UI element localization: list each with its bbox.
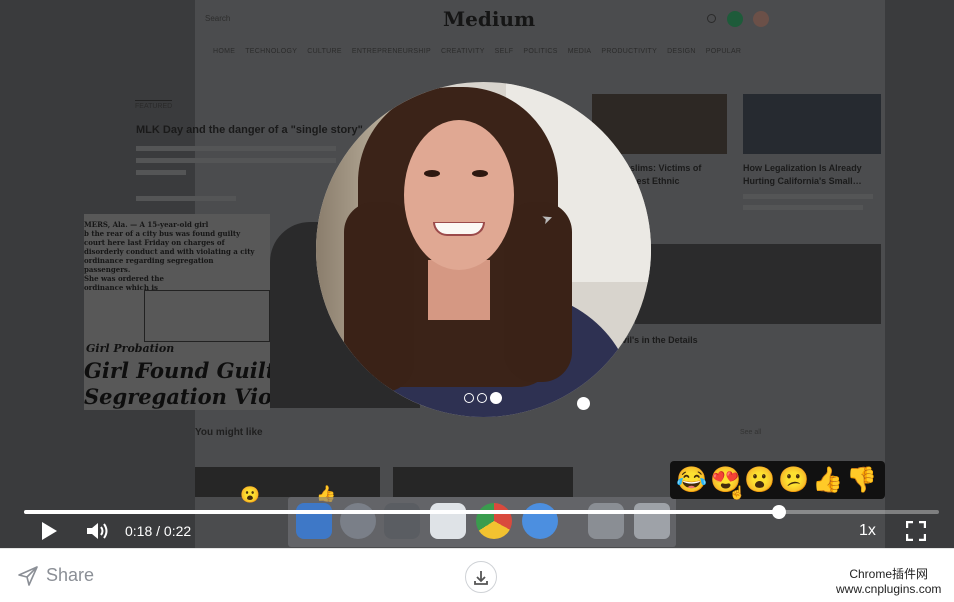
page-nav-item: SELF (494, 48, 514, 55)
webcam-bubble[interactable] (316, 82, 651, 417)
reaction-bar: 😂 😍 😮 😕 👍 👎 (670, 461, 885, 499)
card-title: evil's in the Details (617, 335, 698, 345)
play-icon[interactable] (40, 521, 58, 541)
article-thumb (635, 244, 881, 324)
send-icon (18, 565, 38, 586)
reaction-laugh-button[interactable]: 😂 (676, 463, 707, 497)
newspaper-headline-1: Girl Found Guilty (84, 358, 270, 383)
webcam-resize-handle[interactable] (577, 397, 590, 410)
medium-logo: Medium (443, 7, 536, 31)
page-nav-item: POPULAR (705, 48, 742, 55)
newspaper-subhead: Girl Probation (86, 342, 175, 355)
share-label: Share (46, 565, 95, 585)
text-line (743, 194, 873, 199)
page-nav-item: ENTREPRENEURSHIP (351, 48, 431, 55)
download-icon (474, 571, 488, 585)
video-player[interactable]: Search Medium HOME TECHNOLOGY CULTURE ENTRE… (0, 0, 954, 548)
page-dot[interactable] (464, 393, 474, 403)
fullscreen-icon[interactable] (906, 521, 926, 541)
watermark-line-1: Chrome插件网 (849, 567, 929, 581)
trash-icon (634, 503, 670, 539)
system-preferences-icon (384, 503, 420, 539)
progress-handle[interactable] (771, 505, 786, 519)
page-nav-item: POLITICS (523, 48, 558, 55)
newspaper-box (144, 290, 270, 342)
page-topbar: Search Medium (195, 0, 885, 40)
current-time: 0:18 (125, 523, 153, 539)
page-nav-item: DESIGN (667, 48, 696, 55)
text-line (136, 170, 186, 175)
see-all-link: See all (740, 429, 762, 436)
progress-fill (24, 510, 779, 514)
duration: 0:22 (163, 523, 192, 539)
upgrade-icon (727, 11, 743, 27)
page-nav-item: HOME (213, 48, 236, 55)
page-nav: HOME TECHNOLOGY CULTURE ENTREPRENEURSHIP CRE… (213, 48, 741, 55)
newspaper-headline-2: Segregation Violation (84, 384, 270, 409)
page-dot[interactable] (477, 393, 487, 403)
folder-icon (588, 503, 624, 539)
page-nav-item: CREATIVITY (440, 48, 485, 55)
page-search-text: Search (205, 14, 231, 23)
avatar (753, 11, 769, 27)
floating-reaction: 😮 (240, 487, 260, 504)
slack-icon (430, 503, 466, 539)
article-thumb (743, 94, 881, 154)
article-thumb (393, 467, 573, 497)
reaction-wow-button[interactable]: 😮 (744, 463, 775, 497)
finder-icon (296, 503, 332, 539)
share-button[interactable]: Share (18, 565, 94, 586)
mac-dock (288, 497, 676, 547)
newspaper-image: MERS, Ala. — A 15-year-old girl b the re… (84, 214, 270, 410)
text-line (743, 205, 863, 210)
article-thumb (195, 467, 380, 497)
messages-icon (522, 503, 558, 539)
chrome-icon (476, 503, 512, 539)
text-line (136, 146, 336, 151)
reaction-thumbs-down-button[interactable]: 👎 (846, 463, 877, 497)
text-line (136, 196, 236, 201)
page-nav-item: MEDIA (567, 48, 592, 55)
progress-bar[interactable] (24, 505, 939, 519)
watermark: Chrome插件网 www.cnplugins.com (836, 567, 941, 597)
reaction-meh-button[interactable]: 😕 (778, 463, 809, 497)
you-might-like-heading: You might like (195, 427, 263, 438)
time-display: 0:18 / 0:22 (125, 523, 191, 539)
page-dot-active[interactable] (490, 392, 502, 404)
reaction-thumbs-up-button[interactable]: 👍 (812, 463, 843, 497)
text-line (136, 158, 336, 163)
newspaper-text: MERS, Ala. — A 15-year-old girl b the re… (84, 220, 255, 292)
page-nav-item: TECHNOLOGY (245, 48, 298, 55)
watermark-line-2: www.cnplugins.com (836, 582, 942, 596)
featured-label: FEATURED (135, 100, 173, 110)
card-title: How Legalization Is Already Hurting Cali… (743, 163, 862, 186)
page-nav-item: PRODUCTIVITY (601, 48, 658, 55)
webcam-page-dots (464, 392, 502, 404)
presenter-face (404, 120, 514, 270)
hand-cursor-icon: ☝ (729, 485, 746, 500)
search-icon (707, 14, 716, 23)
download-button[interactable] (465, 561, 497, 593)
time-separator: / (156, 523, 161, 539)
page-nav-item: CULTURE (307, 48, 342, 55)
playback-speed-button[interactable]: 1x (859, 522, 876, 540)
volume-icon[interactable] (86, 521, 110, 541)
launchpad-icon (340, 503, 376, 539)
footer-bar: Share Chrome插件网 www.cnplugins.com (0, 548, 954, 602)
